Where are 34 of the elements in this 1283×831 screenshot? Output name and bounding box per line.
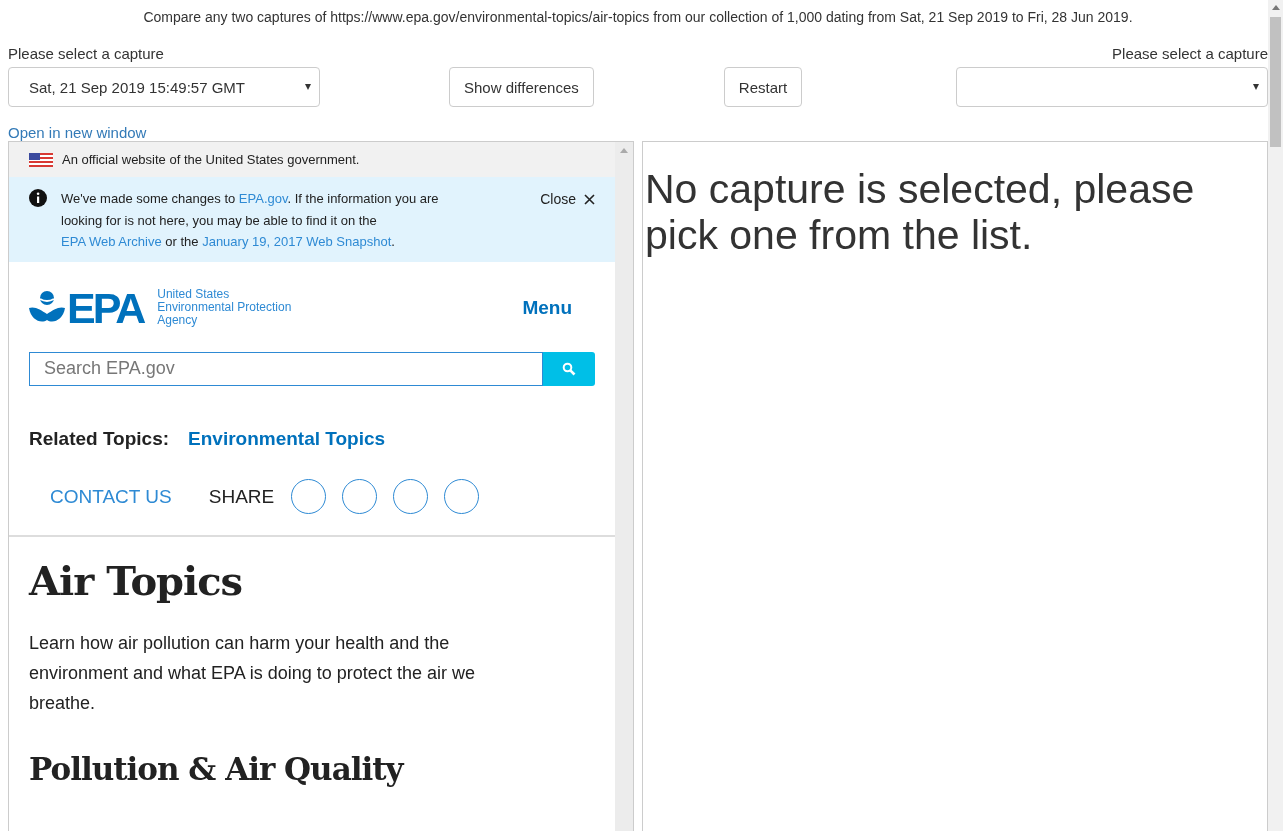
open-link[interactable]: Open in new window xyxy=(8,124,147,141)
show-differences-button[interactable]: Show differences xyxy=(449,67,594,107)
agency-name: United States Environmental Protection Agency xyxy=(157,288,292,327)
search-field[interactable]: Search EPA.gov xyxy=(29,351,543,386)
notice-link[interactable]: EPA Web Archive xyxy=(61,234,162,249)
scrollbar[interactable] xyxy=(615,142,633,831)
gov-banner-text: An official website of the United States government. xyxy=(62,152,360,167)
related-label: Related Topics: xyxy=(29,427,170,450)
info-icon xyxy=(29,189,47,207)
restart-button[interactable]: Restart xyxy=(723,67,803,107)
caret-icon xyxy=(305,84,311,90)
close-icon xyxy=(584,194,595,205)
section-heading: Pollution & Air Quality xyxy=(29,750,405,787)
flag-icon xyxy=(29,152,53,167)
page-heading: Air Topics xyxy=(29,556,244,604)
capture-select[interactable] xyxy=(956,67,1268,107)
caret-icon xyxy=(1253,84,1259,90)
search-icon xyxy=(562,361,576,376)
share-label: SHARE xyxy=(208,485,275,508)
related-link[interactable]: Environmental Topics xyxy=(188,427,386,450)
select-label: Please select a capture xyxy=(1112,45,1268,64)
capture-select[interactable]: Sat, 21 Sep 2019 15:49:57 GMT xyxy=(8,67,320,107)
select-label: Please select a capture xyxy=(8,45,164,64)
close-button[interactable]: Close xyxy=(540,189,595,209)
intro-text: Compare any two captures of https://www.epa.gov/environmental-topics/air-topics from our collection of 1,000 dating from Sat, 21 Sep 2019 to Fri, 28 Jun 2019. xyxy=(142,8,1134,27)
logo-text: EPA xyxy=(67,287,144,328)
menu-link[interactable]: Menu xyxy=(522,296,572,319)
empty-message: No capture is selected, please pick one from the list. xyxy=(645,166,1196,258)
notice-text: We've made some changes to EPA.gov. If the information you are looking for is not here, you may be able to find it on the EPA Web Archive or the January 19, 2017 Web Snapshot. xyxy=(61,190,440,251)
page-scrollbar[interactable] xyxy=(1268,0,1283,831)
search-button[interactable] xyxy=(543,351,595,386)
contact-link[interactable]: CONTACT US xyxy=(50,485,172,508)
intro-paragraph: Learn how air pollution can harm your health and the environment and what EPA is doing to protect the air we breathe. xyxy=(29,631,476,715)
notice-link[interactable]: EPA.gov xyxy=(238,191,288,206)
